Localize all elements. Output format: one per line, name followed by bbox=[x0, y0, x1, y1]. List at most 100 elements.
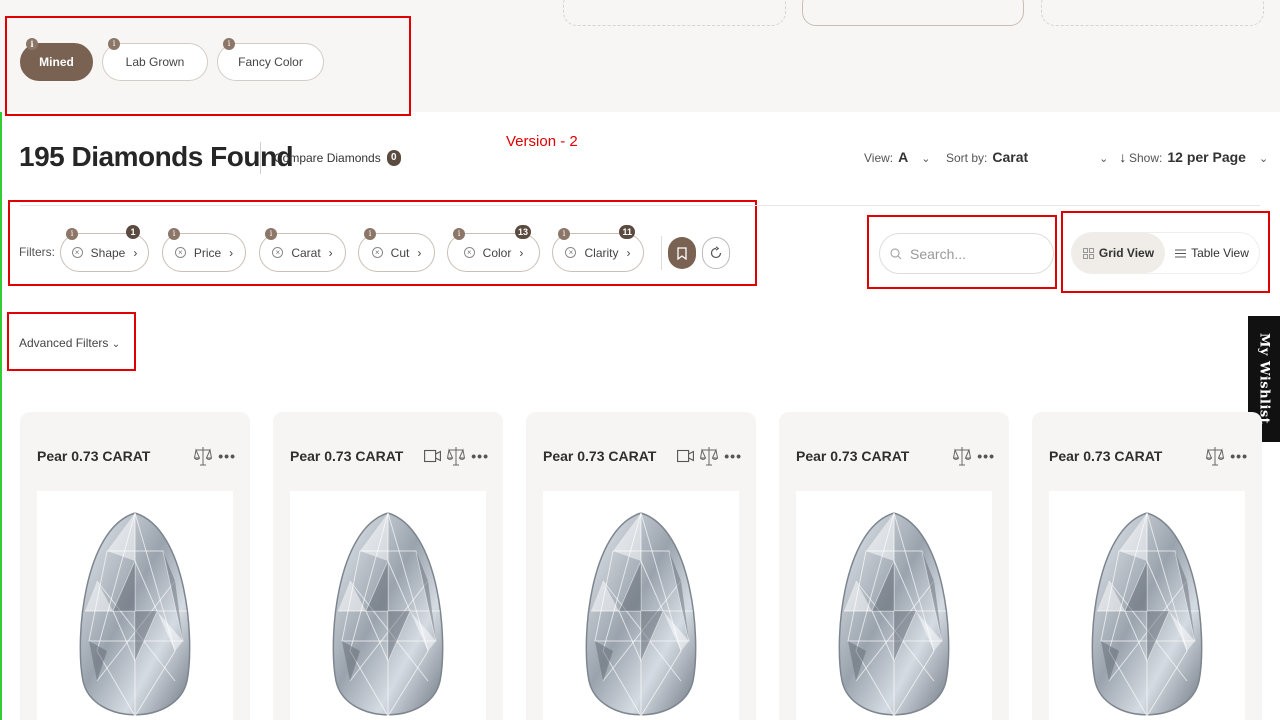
remove-filter-icon[interactable]: × bbox=[174, 247, 186, 258]
sort-label: Sort by: bbox=[946, 151, 988, 165]
wishlist-label: My Wishlist bbox=[1256, 333, 1272, 425]
info-icon[interactable]: i bbox=[66, 228, 78, 240]
filter-price[interactable]: i × Price › bbox=[162, 228, 246, 272]
reset-icon bbox=[710, 246, 722, 259]
table-view-label: Table View bbox=[1191, 246, 1249, 260]
info-icon[interactable]: i bbox=[558, 228, 570, 240]
sort-select[interactable]: Sort by: Carat ⌄ ↓ bbox=[946, 149, 1126, 165]
version-annotation: Version - 2 bbox=[506, 133, 578, 150]
table-view-button[interactable]: Table View bbox=[1165, 233, 1259, 273]
card-actions: ••• bbox=[424, 446, 489, 466]
remove-filter-icon[interactable]: × bbox=[71, 247, 83, 258]
compare-scale-icon[interactable] bbox=[194, 446, 213, 466]
product-title: Pear 0.73 CARAT bbox=[796, 448, 910, 464]
compare-scale-icon[interactable] bbox=[447, 446, 466, 466]
remove-filter-icon[interactable]: × bbox=[565, 247, 577, 258]
grid-view-button[interactable]: Grid View bbox=[1072, 233, 1165, 273]
save-filters-button[interactable] bbox=[668, 237, 696, 269]
pear-diamond-image bbox=[1091, 511, 1203, 717]
grid-view-label: Grid View bbox=[1098, 246, 1155, 260]
filter-carat[interactable]: i × Carat › bbox=[259, 228, 346, 272]
pear-diamond-image bbox=[79, 511, 191, 717]
chevron-right-icon: › bbox=[229, 245, 234, 260]
product-title: Pear 0.73 CARAT bbox=[290, 448, 404, 464]
filter-label: Shape bbox=[90, 245, 126, 260]
filter-label: Color bbox=[482, 245, 512, 260]
view-toggle: Grid View Table View bbox=[1071, 232, 1260, 274]
product-title: Pear 0.73 CARAT bbox=[1049, 448, 1163, 464]
annotation-box bbox=[5, 16, 411, 116]
filter-count-badge: 11 bbox=[619, 225, 635, 239]
show-value: 12 per Page bbox=[1167, 149, 1246, 165]
view-value: A bbox=[898, 149, 909, 165]
bookmark-icon bbox=[677, 246, 687, 260]
chevron-right-icon: › bbox=[417, 245, 422, 260]
show-label: Show: bbox=[1129, 151, 1163, 165]
top-card bbox=[563, 0, 786, 26]
diamond-image[interactable] bbox=[37, 491, 233, 720]
diamond-image[interactable] bbox=[543, 491, 739, 720]
more-icon[interactable]: ••• bbox=[1230, 448, 1248, 464]
info-icon[interactable]: i bbox=[364, 228, 376, 240]
product-card[interactable]: Pear 0.73 CARAT ••• bbox=[526, 412, 756, 720]
search-input[interactable]: Search... bbox=[879, 233, 1054, 274]
filter-label: Carat bbox=[291, 245, 321, 260]
more-icon[interactable]: ••• bbox=[977, 448, 995, 464]
search-placeholder: Search... bbox=[910, 245, 967, 262]
diamond-image[interactable] bbox=[1049, 491, 1245, 720]
chevron-down-icon: ⌄ bbox=[111, 339, 121, 350]
advanced-filters-label: Advanced Filters bbox=[19, 336, 109, 350]
video-icon[interactable] bbox=[677, 449, 695, 463]
remove-filter-icon[interactable]: × bbox=[272, 247, 284, 258]
filter-shape[interactable]: i × Shape › 1 bbox=[60, 225, 149, 272]
remove-filter-icon[interactable]: × bbox=[463, 247, 475, 258]
filter-label: Cut bbox=[390, 245, 410, 260]
compare-diamonds-link[interactable]: Compare Diamonds 0 bbox=[274, 150, 401, 166]
header-divider bbox=[20, 205, 1260, 206]
chevron-right-icon: › bbox=[133, 245, 138, 260]
view-select[interactable]: View: A ⌄ bbox=[864, 149, 930, 165]
results-count-title: 195 Diamonds Found bbox=[19, 141, 294, 172]
remove-filter-icon[interactable]: × bbox=[371, 247, 383, 258]
filter-label: Clarity bbox=[584, 245, 619, 260]
diamond-image[interactable] bbox=[796, 491, 992, 720]
pear-diamond-image bbox=[838, 511, 950, 717]
card-actions: ••• bbox=[953, 446, 995, 466]
product-card[interactable]: Pear 0.73 CARAT ••• bbox=[20, 412, 250, 720]
filter-color[interactable]: i × Color › 13 bbox=[447, 225, 540, 272]
card-actions: ••• bbox=[1206, 446, 1248, 466]
compare-label: Compare Diamonds bbox=[274, 151, 381, 165]
info-icon[interactable]: i bbox=[168, 228, 180, 240]
advanced-filters-toggle[interactable]: Advanced Filters ⌄ bbox=[19, 336, 120, 350]
per-page-select[interactable]: Show: 12 per Page ⌄ bbox=[1129, 149, 1268, 165]
filter-cut[interactable]: i × Cut › bbox=[358, 228, 435, 272]
compare-scale-icon[interactable] bbox=[700, 446, 719, 466]
video-icon[interactable] bbox=[424, 449, 442, 463]
product-card[interactable]: Pear 0.73 CARAT ••• bbox=[779, 412, 1009, 720]
reset-filters-button[interactable] bbox=[702, 237, 730, 269]
compare-scale-icon[interactable] bbox=[1206, 446, 1225, 466]
more-icon[interactable]: ••• bbox=[218, 448, 236, 464]
card-actions: ••• bbox=[194, 446, 236, 466]
product-card[interactable]: Pear 0.73 CARAT ••• bbox=[273, 412, 503, 720]
compare-count-badge: 0 bbox=[386, 150, 401, 166]
chevron-down-icon: ⌄ bbox=[1258, 153, 1269, 165]
info-icon[interactable]: i bbox=[265, 228, 277, 240]
top-card bbox=[1041, 0, 1264, 26]
filter-clarity[interactable]: i × Clarity › 11 bbox=[552, 225, 644, 272]
filter-count-badge: 13 bbox=[514, 225, 531, 239]
chevron-right-icon: › bbox=[519, 245, 524, 260]
card-actions: ••• bbox=[677, 446, 742, 466]
more-icon[interactable]: ••• bbox=[471, 448, 489, 464]
compare-scale-icon[interactable] bbox=[953, 446, 972, 466]
info-icon[interactable]: i bbox=[453, 228, 465, 240]
product-title: Pear 0.73 CARAT bbox=[543, 448, 657, 464]
pear-diamond-image bbox=[332, 511, 444, 717]
list-icon bbox=[1175, 249, 1187, 257]
pear-diamond-image bbox=[585, 511, 697, 717]
product-card[interactable]: Pear 0.73 CARAT ••• bbox=[1032, 412, 1262, 720]
divider bbox=[661, 236, 662, 270]
sort-direction-icon[interactable]: ↓ bbox=[1119, 149, 1126, 165]
diamond-image[interactable] bbox=[290, 491, 486, 720]
more-icon[interactable]: ••• bbox=[724, 448, 742, 464]
